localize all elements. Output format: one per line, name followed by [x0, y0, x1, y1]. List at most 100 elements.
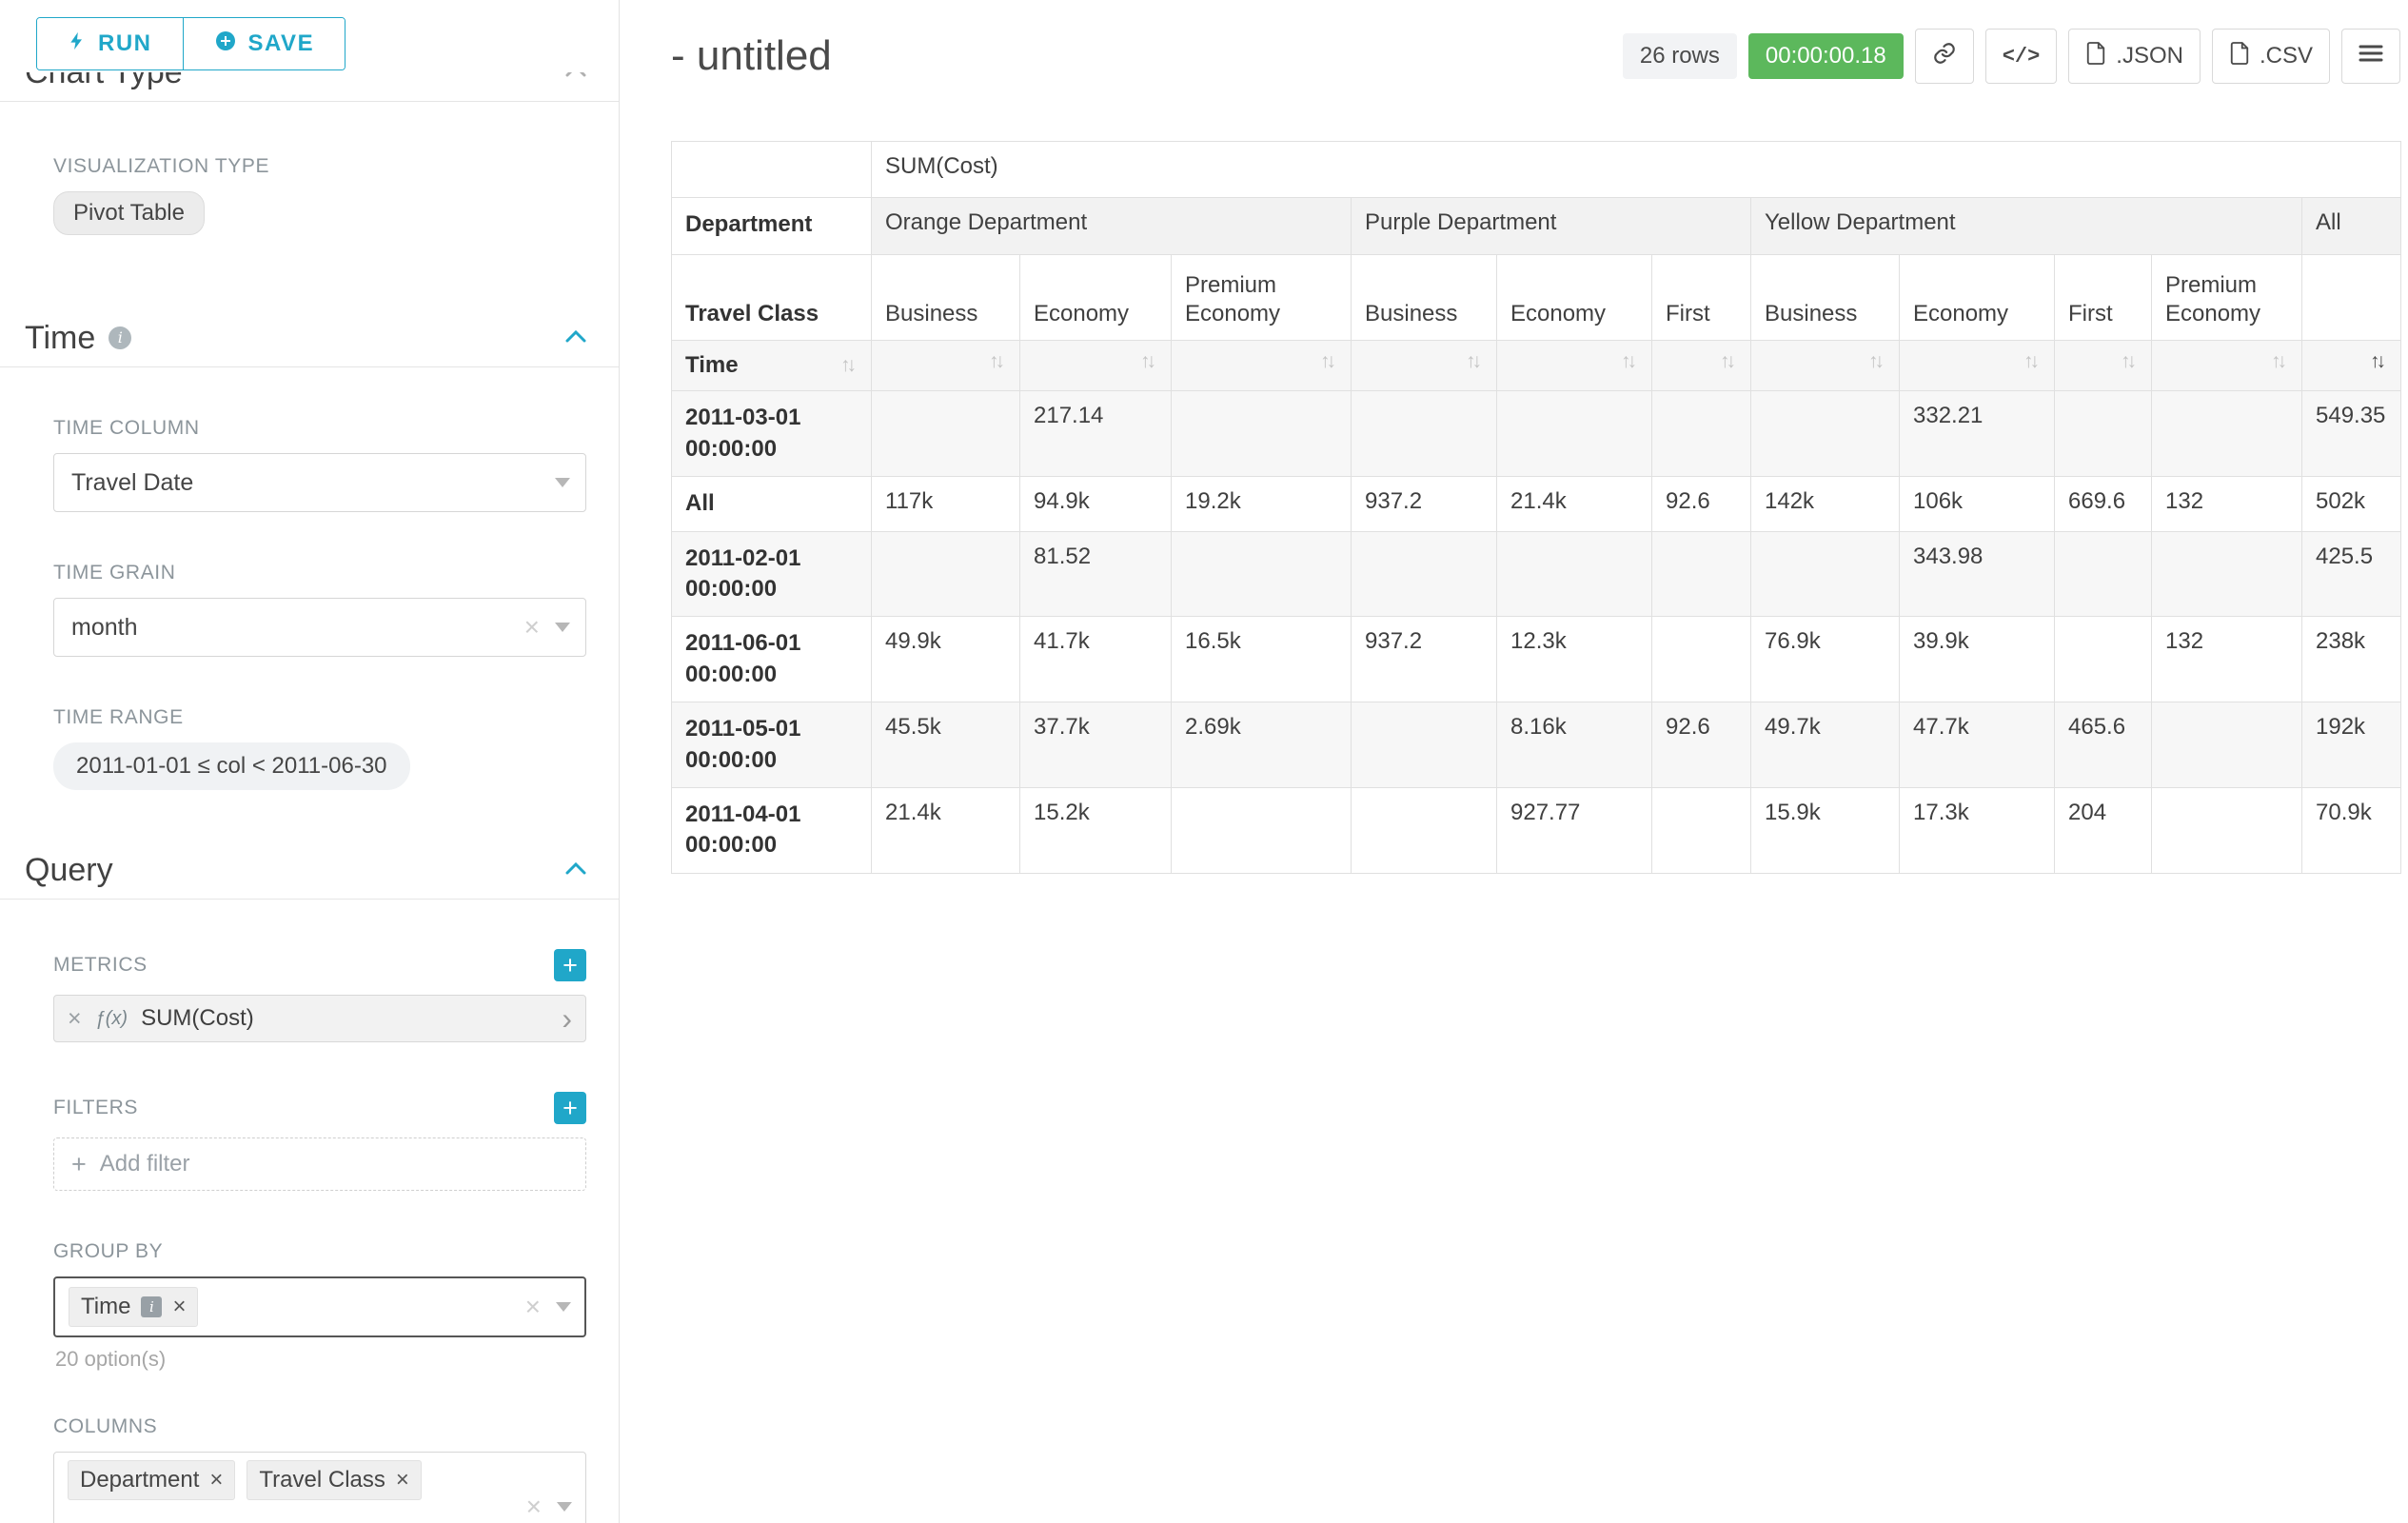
info-icon[interactable]: i	[109, 326, 131, 349]
pivot-cell: 81.52	[1020, 531, 1172, 617]
time-grain-select[interactable]: month ×	[53, 598, 586, 657]
sort-header[interactable]: ↑↓	[2302, 341, 2401, 391]
chart-title[interactable]: - untitled	[671, 32, 832, 80]
group-by-tag[interactable]: Time i ×	[69, 1287, 198, 1327]
sort-header[interactable]: ↑↓	[1497, 341, 1652, 391]
pivot-cell	[1751, 391, 1900, 477]
section-query[interactable]: Query	[0, 851, 619, 889]
column-header: Business	[872, 255, 1020, 341]
remove-tag-icon[interactable]: ×	[396, 1469, 409, 1492]
sort-header[interactable]: ↑↓	[1652, 341, 1751, 391]
sort-header[interactable]: ↑↓	[2152, 341, 2302, 391]
pivot-cell: 937.2	[1352, 477, 1497, 531]
menu-button[interactable]	[2341, 29, 2400, 84]
link-icon	[1932, 41, 1957, 72]
sort-icon: ↑↓	[1720, 350, 1737, 373]
sort-icon: ↑↓	[2023, 350, 2041, 373]
sort-header-row: Time ↑↓ ↑↓ ↑↓ ↑↓ ↑↓ ↑↓ ↑↓ ↑↓ ↑↓ ↑↓ ↑↓ ↑↓	[672, 341, 2401, 391]
run-button[interactable]: RUN	[37, 18, 183, 69]
caret-down-icon	[556, 1302, 571, 1312]
pivot-cell	[1352, 531, 1497, 617]
sort-header[interactable]: ↑↓	[1352, 341, 1497, 391]
add-filter-plus-button[interactable]: +	[554, 1092, 586, 1124]
pivot-cell: 132	[2152, 477, 2302, 531]
pivot-cell	[872, 531, 1020, 617]
time-column-label: TIME COLUMN	[53, 417, 586, 440]
pivot-cell: 192k	[2302, 702, 2401, 788]
sort-header[interactable]: ↑↓	[2055, 341, 2152, 391]
remove-tag-icon[interactable]: ×	[172, 1296, 186, 1318]
group-by-select[interactable]: Time i × ×	[53, 1276, 586, 1337]
add-filter-button[interactable]: + Add filter	[53, 1137, 586, 1191]
sort-icon: ↑↓	[2121, 350, 2138, 373]
pivot-cell: 8.16k	[1497, 702, 1652, 788]
pivot-cell	[1172, 787, 1352, 873]
pivot-cell	[1751, 531, 1900, 617]
time-range-pill[interactable]: 2011-01-01 ≤ col < 2011-06-30	[53, 742, 410, 790]
run-button-label: RUN	[98, 30, 152, 57]
row-label: 2011-04-01 00:00:00	[672, 787, 872, 873]
chevron-up-icon[interactable]	[565, 329, 586, 347]
sort-icon: ↑↓	[1621, 350, 1638, 373]
travel-class-header-row: Travel Class Business Economy Premium Ec…	[672, 255, 2401, 341]
pivot-cell	[1352, 391, 1497, 477]
section-time[interactable]: Time i	[0, 319, 619, 357]
sort-header[interactable]: ↑↓	[1900, 341, 2055, 391]
pivot-cell	[2055, 531, 2152, 617]
pivot-cell: 425.5	[2302, 531, 2401, 617]
table-row: 2011-03-01 00:00:00 217.14 332.21 549.35	[672, 391, 2401, 477]
remove-metric-icon[interactable]: ×	[68, 1005, 82, 1033]
chevron-up-icon[interactable]	[565, 861, 586, 880]
time-column-value: Travel Date	[71, 469, 193, 497]
column-group-header: Yellow Department	[1751, 198, 2302, 255]
viz-type-pill[interactable]: Pivot Table	[53, 191, 205, 235]
pivot-cell	[1497, 531, 1652, 617]
embed-code-button[interactable]: </>	[1985, 29, 2058, 84]
pivot-cell	[1352, 702, 1497, 788]
clear-icon[interactable]: ×	[526, 1493, 542, 1520]
sort-header[interactable]: ↑↓	[1020, 341, 1172, 391]
hamburger-menu-icon	[2359, 43, 2383, 70]
pivot-cell: 142k	[1751, 477, 1900, 531]
clear-icon[interactable]: ×	[524, 614, 540, 641]
table-row: All 117k 94.9k 19.2k 937.2 21.4k 92.6 14…	[672, 477, 2401, 531]
add-filter-label: Add filter	[100, 1151, 190, 1177]
pivot-cell: 15.9k	[1751, 787, 1900, 873]
clear-icon[interactable]: ×	[525, 1294, 541, 1320]
column-header-empty	[2302, 255, 2401, 341]
time-grain-value: month	[71, 614, 137, 642]
remove-tag-icon[interactable]: ×	[209, 1469, 223, 1492]
sort-header[interactable]: ↑↓	[1172, 341, 1352, 391]
columns-tag[interactable]: Department ×	[68, 1460, 235, 1500]
save-button[interactable]: SAVE	[183, 18, 345, 69]
sort-icon: ↑↓	[840, 352, 858, 379]
columns-label: COLUMNS	[53, 1415, 619, 1438]
table-row: 2011-06-01 00:00:00 49.9k 41.7k 16.5k 93…	[672, 617, 2401, 702]
time-column-select[interactable]: Travel Date	[53, 453, 586, 512]
column-info-icon: i	[141, 1296, 162, 1317]
columns-tag[interactable]: Travel Class ×	[247, 1460, 421, 1500]
pivot-cell: 927.77	[1497, 787, 1652, 873]
divider	[0, 366, 619, 367]
columns-select[interactable]: Department × Travel Class × ×	[53, 1452, 586, 1523]
pivot-cell	[2152, 787, 2302, 873]
sidebar-scroll-area[interactable]: Chart Type VISUALIZATION TYPE Pivot Tabl…	[0, 53, 619, 1523]
export-json-button[interactable]: .JSON	[2068, 29, 2201, 84]
export-csv-button[interactable]: .CSV	[2212, 29, 2330, 84]
sort-header[interactable]: ↑↓	[872, 341, 1020, 391]
time-sort-header[interactable]: Time ↑↓	[672, 341, 872, 391]
sort-header[interactable]: ↑↓	[1751, 341, 1900, 391]
add-metric-button[interactable]: +	[554, 949, 586, 981]
divider	[0, 101, 619, 102]
superset-explore-view: RUN SAVE Chart Type VISUALIZ	[0, 0, 2408, 1523]
code-icon: </>	[2003, 45, 2041, 69]
department-header-row: Department Orange Department Purple Depa…	[672, 198, 2401, 255]
share-link-button[interactable]	[1915, 29, 1974, 84]
pivot-cell	[1652, 617, 1751, 702]
pivot-cell: 502k	[2302, 477, 2401, 531]
metric-header: SUM(Cost)	[872, 142, 2401, 198]
chevron-right-icon[interactable]: ›	[562, 1003, 572, 1034]
time-header-label: Time	[685, 350, 739, 381]
metric-item[interactable]: × ƒ(x) SUM(Cost) ›	[53, 995, 586, 1042]
run-save-button-group: RUN SAVE	[36, 17, 345, 70]
